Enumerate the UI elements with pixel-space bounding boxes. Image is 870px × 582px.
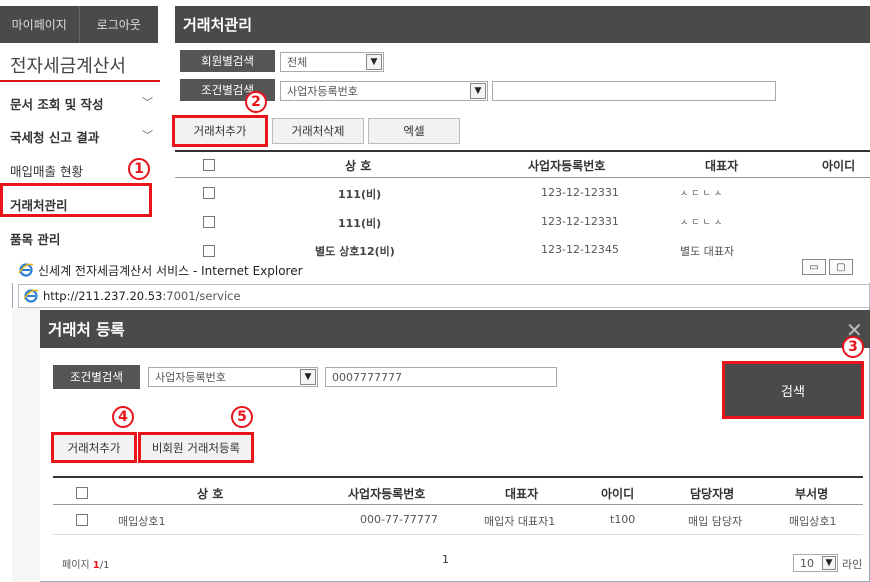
logout-link[interactable]: 로그아웃	[80, 6, 159, 43]
pager-total: /1	[99, 560, 110, 571]
member-search-select[interactable]: 전체 ▼	[280, 52, 384, 72]
pager-info: 페이지 1/1	[62, 556, 110, 571]
table-cell-name[interactable]: 111(비)	[338, 186, 381, 202]
dialog-row-divider	[53, 534, 863, 535]
per-page-value: 10	[800, 556, 814, 570]
callout-3: 3	[842, 336, 864, 358]
cond-search-value: 사업자등록번호	[287, 85, 358, 98]
dialog-select-all-checkbox[interactable]	[76, 487, 88, 499]
minimize-icon[interactable]: ▭	[802, 259, 826, 275]
sidebar-item-nts-report[interactable]: 국세청 신고 결과	[10, 127, 99, 146]
dialog-col-name: 상 호	[197, 487, 224, 501]
sidebar-item-documents[interactable]: 문서 조회 및 작성	[10, 94, 104, 113]
ie-left-strip	[12, 308, 40, 582]
highlight-box-1	[0, 183, 152, 217]
col-header-name: 상 호	[345, 159, 372, 173]
cond-search-input[interactable]	[492, 81, 776, 101]
row-checkbox[interactable]	[203, 245, 215, 257]
dialog-cell-dept: 매입상호1	[789, 515, 837, 528]
url-host: http://211.237.20.53	[43, 289, 163, 303]
ie-logo-icon	[18, 263, 34, 277]
mypage-link[interactable]: 마이페이지	[0, 6, 80, 43]
dialog-col-rep: 대표자	[505, 487, 539, 501]
table-cell-rep: ㅅㄷㄴㅅ	[680, 218, 726, 228]
col-header-id: 아이디	[822, 159, 856, 173]
dialog-add-client-button[interactable]: 거래처추가	[51, 432, 137, 463]
sidebar-item-sales-status[interactable]: 매입매출 현황	[10, 161, 83, 180]
dialog-cell-bizno: 000-77-77777	[360, 513, 438, 526]
add-client-button[interactable]: 거래처추가	[172, 115, 268, 147]
nonmember-register-button[interactable]: 비회원 거래처등록	[138, 432, 254, 463]
table-cell-bizno: 123-12-12331	[541, 186, 619, 199]
page-title: 거래처관리	[175, 6, 870, 43]
dialog-title: 거래처 등록	[40, 310, 870, 348]
chevron-down-icon[interactable]: ﹀	[142, 94, 153, 110]
page-number-link[interactable]: 1	[442, 553, 449, 566]
callout-2: 2	[245, 91, 267, 113]
sidebar-title-underline	[0, 80, 160, 82]
pager-current: 1	[92, 560, 100, 571]
dialog-cond-select-value: 사업자등록번호	[155, 371, 226, 384]
dialog-table-top-border	[53, 476, 863, 478]
per-page-select[interactable]: 10 ▼	[793, 554, 838, 572]
dialog-col-bizno: 사업자등록번호	[348, 487, 426, 501]
dropdown-arrow-icon[interactable]: ▼	[300, 369, 316, 385]
sidebar-item-products[interactable]: 품목 관리	[10, 229, 60, 248]
member-search-label: 회원별검색	[180, 50, 275, 72]
dialog-cond-search-label: 조건별검색	[53, 365, 140, 389]
member-search-value: 전체	[287, 56, 308, 69]
callout-4: 4	[112, 406, 134, 428]
dialog-col-manager: 담당자명	[690, 487, 735, 501]
table-cell-rep: ㅅㄷㄴㅅ	[680, 189, 726, 199]
table-header-divider	[175, 177, 870, 178]
row-checkbox[interactable]	[203, 216, 215, 228]
col-header-rep: 대표자	[705, 159, 739, 173]
sidebar-title: 전자세금계산서	[10, 56, 126, 77]
dropdown-arrow-icon[interactable]: ▼	[822, 556, 836, 570]
dialog-col-dept: 부서명	[795, 487, 829, 501]
excel-button[interactable]: 엑셀	[368, 118, 460, 144]
select-all-checkbox[interactable]	[203, 159, 215, 171]
dialog-cell-manager: 매입 담당자	[688, 515, 743, 528]
table-cell-name[interactable]: 111(비)	[338, 215, 381, 231]
delete-client-button[interactable]: 거래처삭제	[272, 118, 364, 144]
dialog-col-id: 아이디	[601, 487, 635, 501]
dropdown-arrow-icon[interactable]: ▼	[366, 54, 382, 70]
ie-window-title: 신세계 전자세금계산서 서비스 - Internet Explorer	[38, 264, 303, 278]
top-user-bar: 마이페이지 로그아웃	[0, 6, 158, 43]
table-cell-bizno: 123-12-12331	[541, 215, 619, 228]
table-cell-bizno: 123-12-12345	[541, 243, 619, 256]
url-path: :7001/service	[162, 289, 241, 303]
row-checkbox[interactable]	[203, 187, 215, 199]
dialog-cell-name[interactable]: 매입상호1	[118, 513, 165, 529]
dialog-cond-select[interactable]: 사업자등록번호 ▼	[148, 367, 318, 387]
col-header-bizno: 사업자등록번호	[528, 159, 606, 173]
dialog-search-input[interactable]: 0007777777	[325, 367, 557, 387]
callout-1: 1	[128, 158, 150, 180]
maximize-icon[interactable]: ▢	[829, 259, 853, 275]
search-button[interactable]: 검색	[722, 361, 864, 419]
dialog-table-header-divider	[53, 504, 863, 505]
pager-label: 페이지	[62, 560, 90, 571]
dropdown-arrow-icon[interactable]: ▼	[470, 83, 486, 99]
dialog-row-checkbox[interactable]	[76, 514, 88, 526]
per-page-suffix: 라인	[842, 558, 863, 571]
dialog-cell-rep: 매입자 대표자1	[484, 515, 556, 528]
dialog-cell-id: t100	[610, 513, 636, 526]
cond-search-select[interactable]: 사업자등록번호 ▼	[280, 81, 488, 101]
ie-page-icon	[23, 289, 39, 303]
table-top-border	[175, 150, 870, 152]
chevron-down-icon[interactable]: ﹀	[142, 127, 153, 143]
callout-5: 5	[231, 406, 253, 428]
address-url[interactable]: http://211.237.20.53:7001/service	[43, 289, 241, 303]
